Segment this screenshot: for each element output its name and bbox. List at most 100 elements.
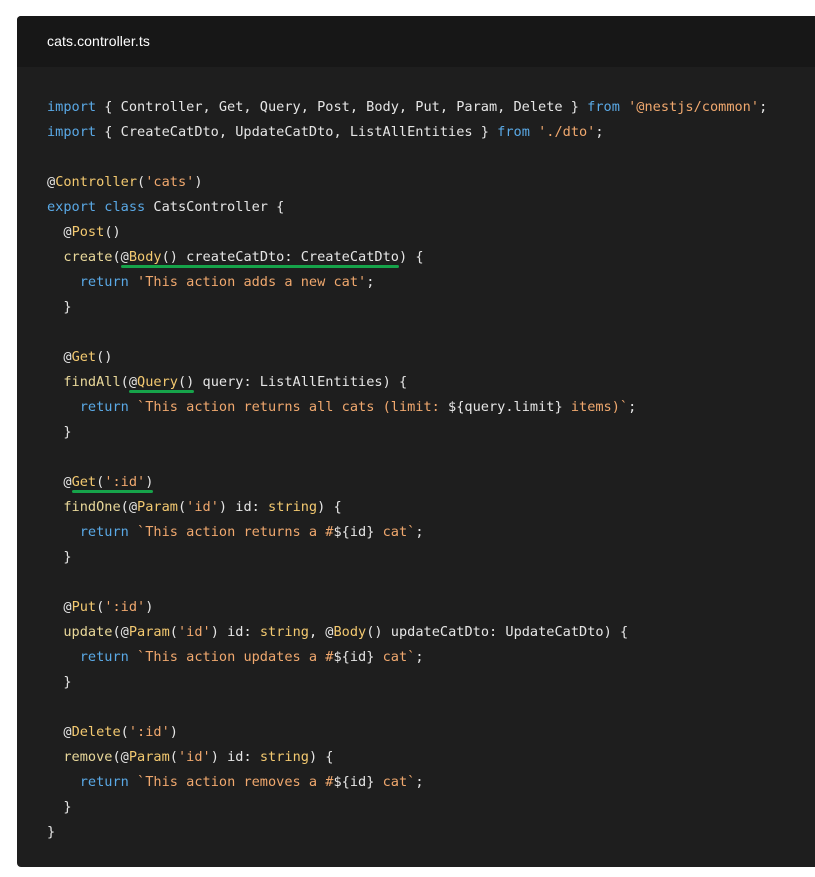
code-line: @Controller('cats'): [47, 170, 815, 195]
code-line: return `This action removes a #${id} cat…: [47, 770, 815, 795]
code-token: from: [497, 124, 530, 140]
code-token: (@: [112, 624, 129, 640]
code-token: ':id': [128, 724, 170, 740]
code-token: `This action returns all cats (limit:: [137, 399, 449, 415]
code-line: findAll(@Query() query: ListAllEntities)…: [47, 370, 815, 395]
code-line: remove(@Param('id') id: string) {: [47, 745, 815, 770]
code-block: import { Controller, Get, Query, Post, B…: [47, 95, 815, 845]
code-token: (): [96, 349, 113, 365]
code-token: ${: [333, 524, 350, 540]
code-token: ${: [333, 649, 350, 665]
code-token: string: [259, 749, 309, 765]
code-token: (@: [112, 749, 129, 765]
code-token: string: [268, 499, 318, 515]
code-token: , @: [308, 624, 334, 640]
code-token: `This action removes a #: [137, 774, 334, 790]
code-token: Body: [333, 624, 367, 640]
code-token: Post: [71, 224, 105, 240]
code-token: Param: [128, 749, 170, 765]
code-token: export: [47, 199, 97, 215]
code-token: @: [47, 474, 72, 490]
code-token: ): [145, 474, 154, 490]
code-line: @Put(':id'): [47, 595, 815, 620]
code-token: ;: [415, 649, 424, 665]
file-tab-bar: cats.controller.ts: [17, 16, 815, 67]
code-token: (: [169, 624, 178, 640]
code-token: }: [47, 549, 72, 565]
code-token: @: [47, 224, 72, 240]
code-token: '@nestjs/common': [628, 99, 760, 115]
code-token: ':id': [104, 474, 146, 490]
code-token: @: [47, 349, 72, 365]
code-token: ${: [448, 399, 465, 415]
code-token: remove: [63, 749, 113, 765]
code-token: 'id': [186, 499, 219, 515]
code-token: `This action updates a #: [137, 649, 334, 665]
code-token: ;: [415, 774, 424, 790]
code-token: findAll: [63, 374, 121, 390]
code-token: 'cats': [145, 174, 195, 190]
code-token: Param: [128, 624, 170, 640]
code-token: return: [79, 399, 129, 415]
code-line: import { Controller, Get, Query, Post, B…: [47, 95, 815, 120]
code-line: import { CreateCatDto, UpdateCatDto, Lis…: [47, 120, 815, 145]
code-token: return: [79, 649, 129, 665]
code-line: return `This action returns all cats (li…: [47, 395, 815, 420]
code-line: @Post(): [47, 220, 815, 245]
code-token: update: [63, 624, 113, 640]
code-line: @Delete(':id'): [47, 720, 815, 745]
code-line: }: [47, 420, 815, 445]
code-token: ;: [595, 124, 604, 140]
code-line: }: [47, 820, 815, 845]
code-token: () updateCatDto: UpdateCatDto) {: [366, 624, 629, 640]
code-line: update(@Param('id') id: string, @Body() …: [47, 620, 815, 645]
code-token: ;: [366, 274, 375, 290]
code-token: Delete: [71, 724, 121, 740]
code-token: `This action returns a #: [137, 524, 334, 540]
code-token: (: [177, 499, 187, 515]
code-line: return 'This action adds a new cat';: [47, 270, 815, 295]
code-token: class: [104, 199, 146, 215]
code-token: Controller: [55, 174, 138, 190]
code-token: { Controller, Get, Query, Post, Body, Pu…: [96, 99, 588, 115]
code-token: 'id': [177, 624, 211, 640]
code-token: }: [47, 424, 72, 440]
code-token: }: [47, 299, 72, 315]
code-token: findOne: [63, 499, 121, 515]
code-token: }: [47, 799, 72, 815]
code-token: cat`: [374, 774, 416, 790]
code-token: query.limit: [464, 399, 555, 415]
code-token: string: [259, 624, 309, 640]
code-token: (: [169, 749, 178, 765]
code-token: () query: ListAllEntities) {: [177, 374, 408, 390]
code-token: return: [79, 524, 129, 540]
code-line: @Get(':id'): [47, 470, 815, 495]
code-token: id: [349, 774, 367, 790]
code-token: ;: [415, 524, 424, 540]
code-token: ;: [628, 399, 637, 415]
code-line: }: [47, 670, 815, 695]
code-token: from: [587, 99, 620, 115]
highlight-underline: [71, 490, 154, 493]
code-token: (@: [120, 374, 138, 390]
code-token: @: [47, 599, 72, 615]
code-token: ${: [333, 774, 350, 790]
code-token: ) id:: [210, 749, 260, 765]
code-token: import: [47, 124, 97, 140]
code-token: import: [47, 99, 97, 115]
file-name: cats.controller.ts: [47, 33, 150, 49]
code-token: }: [47, 674, 72, 690]
